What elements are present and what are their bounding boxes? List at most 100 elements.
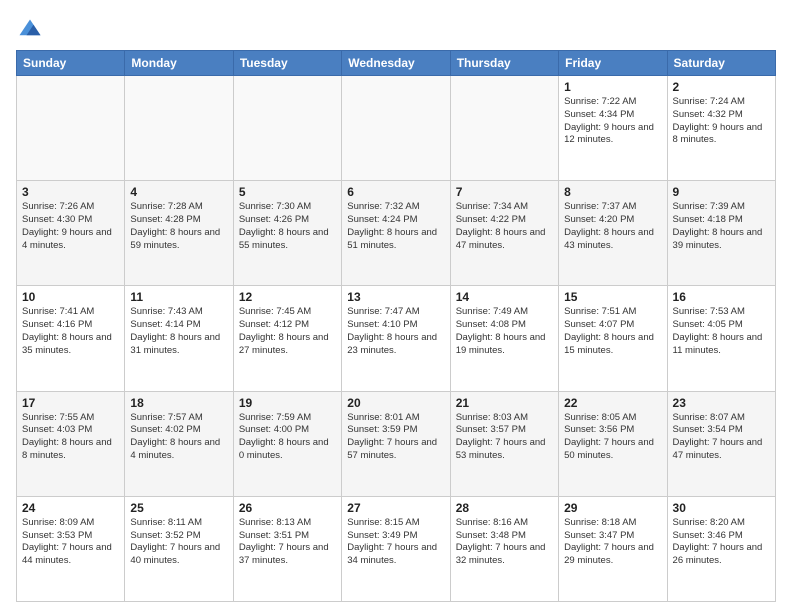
calendar-cell-w3d2: 12 Sunrise: 7:45 AM Sunset: 4:12 PM Dayli…: [233, 286, 341, 391]
day-info: Sunrise: 7:53 AM Sunset: 4:05 PM Dayligh…: [673, 306, 770, 357]
calendar-cell-w1d2: [233, 76, 341, 181]
day-info: Sunrise: 8:13 AM Sunset: 3:51 PM Dayligh…: [239, 517, 336, 568]
week-row-1: 1 Sunrise: 7:22 AM Sunset: 4:34 PM Daylig…: [17, 76, 776, 181]
day-info: Sunrise: 8:03 AM Sunset: 3:57 PM Dayligh…: [456, 412, 553, 463]
day-info: Sunrise: 8:01 AM Sunset: 3:59 PM Dayligh…: [347, 412, 444, 463]
calendar-header-sunday: Sunday: [17, 51, 125, 76]
week-row-4: 17 Sunrise: 7:55 AM Sunset: 4:03 PM Dayli…: [17, 391, 776, 496]
calendar-header-friday: Friday: [559, 51, 667, 76]
calendar-header-saturday: Saturday: [667, 51, 775, 76]
calendar-cell-w5d5: 29 Sunrise: 8:18 AM Sunset: 3:47 PM Dayli…: [559, 496, 667, 601]
day-number: 3: [22, 185, 119, 199]
day-number: 28: [456, 501, 553, 515]
day-info: Sunrise: 8:07 AM Sunset: 3:54 PM Dayligh…: [673, 412, 770, 463]
day-info: Sunrise: 8:18 AM Sunset: 3:47 PM Dayligh…: [564, 517, 661, 568]
calendar: SundayMondayTuesdayWednesdayThursdayFrid…: [16, 50, 776, 602]
calendar-cell-w5d3: 27 Sunrise: 8:15 AM Sunset: 3:49 PM Dayli…: [342, 496, 450, 601]
day-number: 15: [564, 290, 661, 304]
calendar-cell-w3d5: 15 Sunrise: 7:51 AM Sunset: 4:07 PM Dayli…: [559, 286, 667, 391]
day-info: Sunrise: 7:22 AM Sunset: 4:34 PM Dayligh…: [564, 96, 661, 147]
day-info: Sunrise: 8:11 AM Sunset: 3:52 PM Dayligh…: [130, 517, 227, 568]
day-info: Sunrise: 7:30 AM Sunset: 4:26 PM Dayligh…: [239, 201, 336, 252]
calendar-cell-w4d0: 17 Sunrise: 7:55 AM Sunset: 4:03 PM Dayli…: [17, 391, 125, 496]
calendar-cell-w4d2: 19 Sunrise: 7:59 AM Sunset: 4:00 PM Dayli…: [233, 391, 341, 496]
day-number: 30: [673, 501, 770, 515]
day-info: Sunrise: 7:47 AM Sunset: 4:10 PM Dayligh…: [347, 306, 444, 357]
day-number: 1: [564, 80, 661, 94]
calendar-cell-w1d5: 1 Sunrise: 7:22 AM Sunset: 4:34 PM Daylig…: [559, 76, 667, 181]
day-number: 18: [130, 396, 227, 410]
day-number: 24: [22, 501, 119, 515]
day-info: Sunrise: 8:20 AM Sunset: 3:46 PM Dayligh…: [673, 517, 770, 568]
day-number: 2: [673, 80, 770, 94]
day-number: 14: [456, 290, 553, 304]
day-number: 9: [673, 185, 770, 199]
week-row-5: 24 Sunrise: 8:09 AM Sunset: 3:53 PM Dayli…: [17, 496, 776, 601]
day-info: Sunrise: 8:15 AM Sunset: 3:49 PM Dayligh…: [347, 517, 444, 568]
day-info: Sunrise: 7:45 AM Sunset: 4:12 PM Dayligh…: [239, 306, 336, 357]
calendar-cell-w2d2: 5 Sunrise: 7:30 AM Sunset: 4:26 PM Daylig…: [233, 181, 341, 286]
day-number: 5: [239, 185, 336, 199]
calendar-cell-w5d4: 28 Sunrise: 8:16 AM Sunset: 3:48 PM Dayli…: [450, 496, 558, 601]
day-info: Sunrise: 7:49 AM Sunset: 4:08 PM Dayligh…: [456, 306, 553, 357]
logo: [16, 16, 48, 44]
calendar-cell-w3d0: 10Sunrise: 7:41 AM Sunset: 4:16 PM Dayli…: [17, 286, 125, 391]
day-info: Sunrise: 7:57 AM Sunset: 4:02 PM Dayligh…: [130, 412, 227, 463]
day-number: 23: [673, 396, 770, 410]
day-info: Sunrise: 7:55 AM Sunset: 4:03 PM Dayligh…: [22, 412, 119, 463]
day-number: 29: [564, 501, 661, 515]
page: SundayMondayTuesdayWednesdayThursdayFrid…: [0, 0, 792, 612]
calendar-cell-w1d6: 2 Sunrise: 7:24 AM Sunset: 4:32 PM Daylig…: [667, 76, 775, 181]
day-number: 22: [564, 396, 661, 410]
calendar-header-thursday: Thursday: [450, 51, 558, 76]
day-info: Sunrise: 7:24 AM Sunset: 4:32 PM Dayligh…: [673, 96, 770, 147]
calendar-cell-w5d2: 26Sunrise: 8:13 AM Sunset: 3:51 PM Dayli…: [233, 496, 341, 601]
day-number: 20: [347, 396, 444, 410]
day-number: 17: [22, 396, 119, 410]
day-info: Sunrise: 7:39 AM Sunset: 4:18 PM Dayligh…: [673, 201, 770, 252]
day-number: 13: [347, 290, 444, 304]
calendar-cell-w3d4: 14 Sunrise: 7:49 AM Sunset: 4:08 PM Dayli…: [450, 286, 558, 391]
day-number: 8: [564, 185, 661, 199]
calendar-cell-w4d1: 18 Sunrise: 7:57 AM Sunset: 4:02 PM Dayli…: [125, 391, 233, 496]
day-number: 6: [347, 185, 444, 199]
calendar-cell-w4d3: 20 Sunrise: 8:01 AM Sunset: 3:59 PM Dayli…: [342, 391, 450, 496]
calendar-cell-w4d4: 21Sunrise: 8:03 AM Sunset: 3:57 PM Dayli…: [450, 391, 558, 496]
calendar-cell-w2d1: 4Sunrise: 7:28 AM Sunset: 4:28 PM Daylig…: [125, 181, 233, 286]
calendar-cell-w2d5: 8Sunrise: 7:37 AM Sunset: 4:20 PM Daylig…: [559, 181, 667, 286]
day-info: Sunrise: 7:43 AM Sunset: 4:14 PM Dayligh…: [130, 306, 227, 357]
logo-icon: [16, 16, 44, 44]
day-info: Sunrise: 7:26 AM Sunset: 4:30 PM Dayligh…: [22, 201, 119, 252]
day-info: Sunrise: 7:51 AM Sunset: 4:07 PM Dayligh…: [564, 306, 661, 357]
day-info: Sunrise: 8:05 AM Sunset: 3:56 PM Dayligh…: [564, 412, 661, 463]
day-info: Sunrise: 7:34 AM Sunset: 4:22 PM Dayligh…: [456, 201, 553, 252]
calendar-cell-w5d6: 30 Sunrise: 8:20 AM Sunset: 3:46 PM Dayli…: [667, 496, 775, 601]
week-row-3: 10Sunrise: 7:41 AM Sunset: 4:16 PM Dayli…: [17, 286, 776, 391]
day-info: Sunrise: 7:59 AM Sunset: 4:00 PM Dayligh…: [239, 412, 336, 463]
calendar-cell-w2d6: 9 Sunrise: 7:39 AM Sunset: 4:18 PM Daylig…: [667, 181, 775, 286]
calendar-cell-w3d1: 11Sunrise: 7:43 AM Sunset: 4:14 PM Dayli…: [125, 286, 233, 391]
day-info: Sunrise: 8:16 AM Sunset: 3:48 PM Dayligh…: [456, 517, 553, 568]
calendar-cell-w5d0: 24 Sunrise: 8:09 AM Sunset: 3:53 PM Dayli…: [17, 496, 125, 601]
day-number: 10: [22, 290, 119, 304]
calendar-header-row: SundayMondayTuesdayWednesdayThursdayFrid…: [17, 51, 776, 76]
calendar-header-wednesday: Wednesday: [342, 51, 450, 76]
day-number: 7: [456, 185, 553, 199]
day-number: 27: [347, 501, 444, 515]
day-info: Sunrise: 7:32 AM Sunset: 4:24 PM Dayligh…: [347, 201, 444, 252]
week-row-2: 3 Sunrise: 7:26 AM Sunset: 4:30 PM Daylig…: [17, 181, 776, 286]
calendar-cell-w3d6: 16 Sunrise: 7:53 AM Sunset: 4:05 PM Dayli…: [667, 286, 775, 391]
calendar-cell-w2d4: 7 Sunrise: 7:34 AM Sunset: 4:22 PM Daylig…: [450, 181, 558, 286]
calendar-cell-w4d6: 23 Sunrise: 8:07 AM Sunset: 3:54 PM Dayli…: [667, 391, 775, 496]
calendar-header-monday: Monday: [125, 51, 233, 76]
calendar-cell-w4d5: 22 Sunrise: 8:05 AM Sunset: 3:56 PM Dayli…: [559, 391, 667, 496]
day-number: 4: [130, 185, 227, 199]
calendar-cell-w2d0: 3 Sunrise: 7:26 AM Sunset: 4:30 PM Daylig…: [17, 181, 125, 286]
day-number: 16: [673, 290, 770, 304]
day-number: 25: [130, 501, 227, 515]
day-info: Sunrise: 8:09 AM Sunset: 3:53 PM Dayligh…: [22, 517, 119, 568]
calendar-cell-w5d1: 25 Sunrise: 8:11 AM Sunset: 3:52 PM Dayli…: [125, 496, 233, 601]
calendar-header-tuesday: Tuesday: [233, 51, 341, 76]
day-number: 12: [239, 290, 336, 304]
day-number: 19: [239, 396, 336, 410]
